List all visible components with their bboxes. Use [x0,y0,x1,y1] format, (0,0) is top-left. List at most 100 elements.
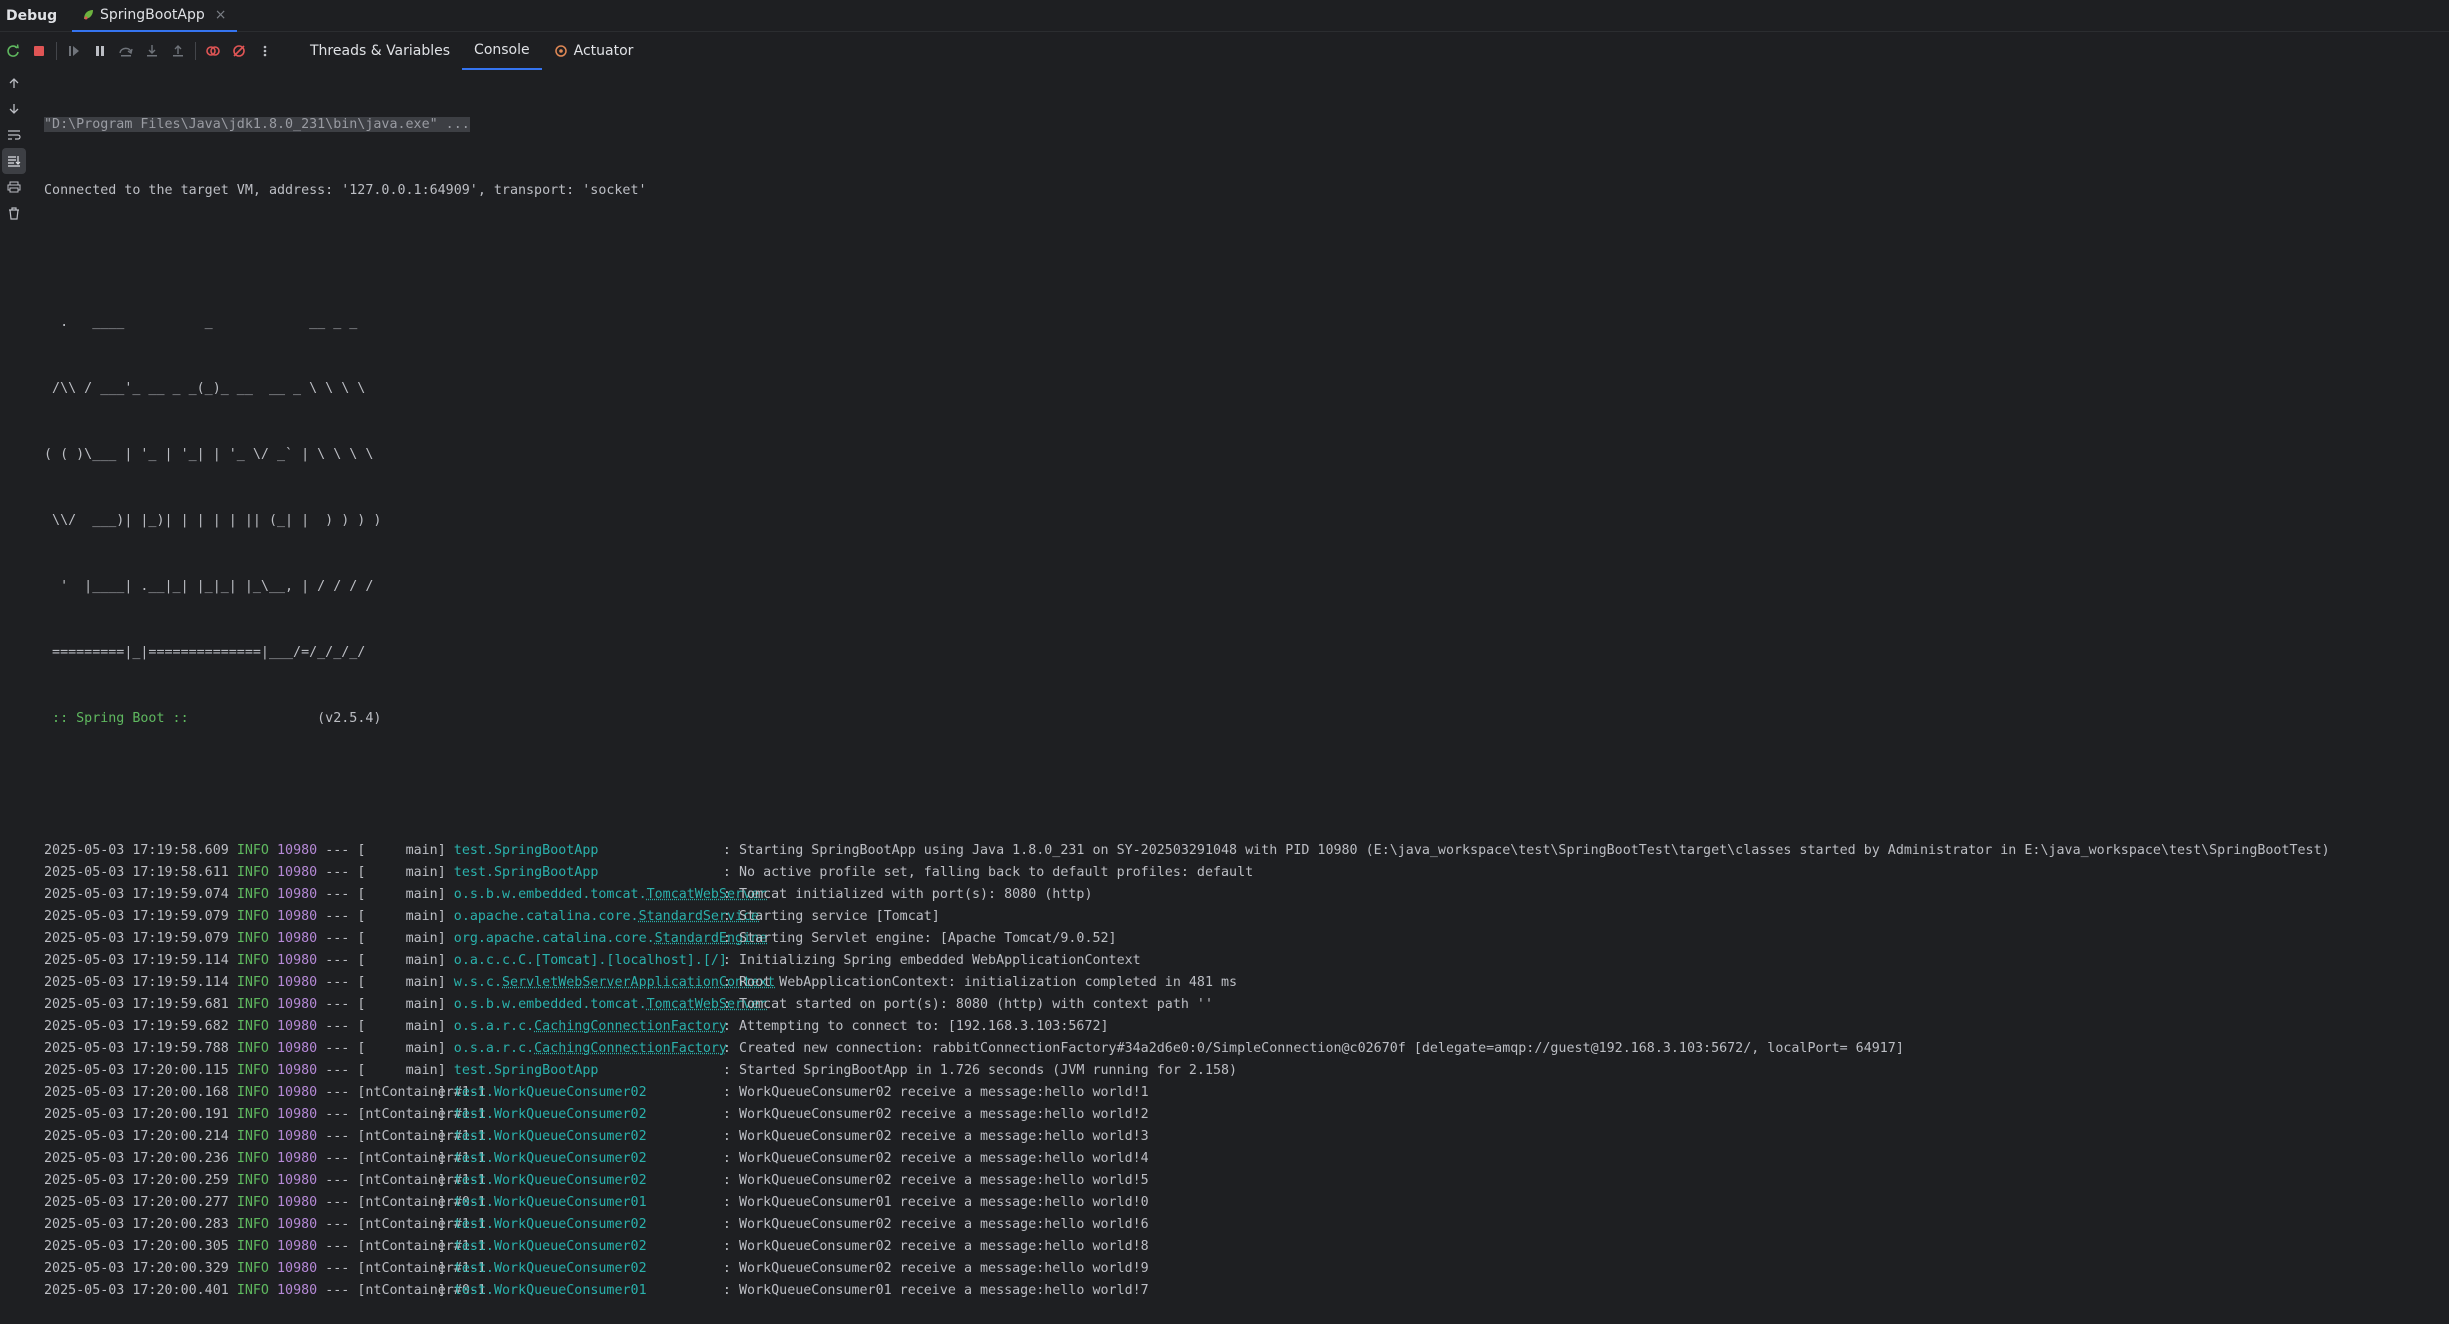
step-out-icon[interactable] [165,38,191,64]
log-pid: 10980 [277,1151,317,1166]
log-level: INFO [237,1107,269,1122]
log-logger[interactable]: test.WorkQueueConsumer02 [454,1217,647,1232]
rerun-icon[interactable] [0,38,26,64]
log-separator: --- [325,887,349,902]
log-logger[interactable]: test.WorkQueueConsumer02 [454,1261,647,1276]
view-breakpoints-icon[interactable] [200,38,226,64]
scroll-to-end-icon[interactable] [2,148,26,174]
log-line: 2025-05-03 17:19:59.079 INFO 10980 --- [… [44,928,2449,950]
log-logger[interactable]: o.s.a.r.c. [454,1041,534,1056]
tab-console[interactable]: Console [462,32,542,70]
actuator-icon [554,44,568,58]
close-tab-icon[interactable]: × [215,7,227,23]
log-logger[interactable]: w.s.c. [454,975,502,990]
log-logger[interactable]: test.WorkQueueConsumer01 [454,1283,647,1298]
scroll-up-icon[interactable] [0,70,28,96]
log-pid: 10980 [277,1239,317,1254]
log-timestamp: 2025-05-03 17:20:00.236 [44,1151,229,1166]
spring-boot-version: (v2.5.4) [197,711,382,726]
log-timestamp: 2025-05-03 17:20:00.259 [44,1173,229,1188]
log-thread: ntContainer#1-1 [365,1126,437,1148]
toolbar-separator [195,42,196,60]
spring-boot-version-line: :: Spring Boot :: (v2.5.4) [44,708,2449,730]
log-logger-class-link[interactable]: ServletWebServerApplicationContext [502,975,775,990]
log-logger[interactable]: test.WorkQueueConsumer02 [454,1129,647,1144]
toolbar-separator [56,42,57,60]
log-logger[interactable]: o.s.a.r.c. [454,1019,534,1034]
log-logger-class-link[interactable]: CachingConnectionFactory [534,1041,727,1056]
log-separator: --- [325,1261,349,1276]
log-pid: 10980 [277,1283,317,1298]
log-pid: 10980 [277,975,317,990]
spring-leaf-icon [82,9,94,21]
pause-icon[interactable] [87,38,113,64]
log-logger[interactable]: test.SpringBootApp [454,865,599,880]
console-output[interactable]: "D:\Program Files\Java\jdk1.8.0_231\bin\… [44,70,2449,784]
log-logger[interactable]: test.WorkQueueConsumer02 [454,1107,647,1122]
log-message: Started SpringBootApp in 1.726 seconds (… [739,1063,1237,1078]
log-line: 2025-05-03 17:19:58.611 INFO 10980 --- [… [44,862,2449,884]
log-logger[interactable]: o.s.b.w.embedded.tomcat. [454,997,647,1012]
run-config-tab[interactable]: SpringBootApp × [72,0,237,32]
banner-line: ( ( )\___ | '_ | '_| | '_ \/ _` | \ \ \ … [44,444,2449,466]
log-timestamp: 2025-05-03 17:19:59.682 [44,1019,229,1034]
log-logger[interactable]: o.apache.catalina.core. [454,909,639,924]
banner-line: . ____ _ __ _ _ [44,312,2449,334]
spring-boot-label: :: Spring Boot :: [44,711,197,726]
step-into-icon[interactable] [139,38,165,64]
log-thread: main [365,1060,437,1082]
log-logger[interactable]: test.SpringBootApp [454,1063,599,1078]
log-timestamp: 2025-05-03 17:20:00.214 [44,1129,229,1144]
log-line: 2025-05-03 17:20:00.214 INFO 10980 --- [… [44,1126,2449,1148]
log-logger[interactable]: o.a.c.c.C.[Tomcat].[localhost].[/] [454,953,727,968]
command-line[interactable]: "D:\Program Files\Java\jdk1.8.0_231\bin\… [44,117,470,132]
log-logger-class-link[interactable]: CachingConnectionFactory [534,1019,727,1034]
tool-window-title: Debug [0,8,72,24]
print-icon[interactable] [0,174,28,200]
log-line: 2025-05-03 17:19:59.114 INFO 10980 --- [… [44,950,2449,972]
log-level: INFO [237,1261,269,1276]
log-pid: 10980 [277,887,317,902]
log-logger[interactable]: test.WorkQueueConsumer01 [454,1195,647,1210]
tab-actuator[interactable]: Actuator [542,32,646,70]
log-level: INFO [237,887,269,902]
log-pid: 10980 [277,909,317,924]
log-message: WorkQueueConsumer01 receive a message:he… [739,1283,1149,1298]
log-logger[interactable]: o.s.b.w.embedded.tomcat. [454,887,647,902]
tab-threads-variables-label: Threads & Variables [310,32,450,70]
log-logger[interactable]: org.apache.catalina.core. [454,931,655,946]
log-message: WorkQueueConsumer02 receive a message:he… [739,1239,1149,1254]
log-level: INFO [237,1151,269,1166]
log-level: INFO [237,975,269,990]
log-logger[interactable]: test.SpringBootApp [454,843,599,858]
resume-icon[interactable] [61,38,87,64]
more-icon[interactable] [252,38,278,64]
log-thread: ntContainer#0-1 [365,1192,437,1214]
log-thread: main [365,906,437,928]
step-over-icon[interactable] [113,38,139,64]
log-timestamp: 2025-05-03 17:20:00.277 [44,1195,229,1210]
log-separator: --- [325,1173,349,1188]
log-pid: 10980 [277,997,317,1012]
log-thread: ntContainer#1-1 [365,1104,437,1126]
log-level: INFO [237,953,269,968]
log-line: 2025-05-03 17:19:59.074 INFO 10980 --- [… [44,884,2449,906]
log-logger[interactable]: test.WorkQueueConsumer02 [454,1151,647,1166]
log-logger[interactable]: test.WorkQueueConsumer02 [454,1085,647,1100]
scroll-down-icon[interactable] [0,96,28,122]
log-logger[interactable]: test.WorkQueueConsumer02 [454,1239,647,1254]
mute-breakpoints-icon[interactable] [226,38,252,64]
clear-icon[interactable] [0,200,28,226]
tool-window-header: Debug SpringBootApp × [0,0,2449,32]
log-thread: main [365,1038,437,1060]
connected-line: Connected to the target VM, address: '12… [44,180,2449,202]
stop-icon[interactable] [26,38,52,64]
log-lines: 2025-05-03 17:19:58.609 INFO 10980 --- [… [44,840,2449,1302]
soft-wrap-icon[interactable] [0,122,28,148]
tab-threads-variables[interactable]: Threads & Variables [298,32,462,70]
log-timestamp: 2025-05-03 17:19:59.079 [44,909,229,924]
log-line: 2025-05-03 17:19:59.788 INFO 10980 --- [… [44,1038,2449,1060]
log-logger[interactable]: test.WorkQueueConsumer02 [454,1173,647,1188]
log-thread: ntContainer#1-1 [365,1148,437,1170]
log-timestamp: 2025-05-03 17:19:59.114 [44,953,229,968]
